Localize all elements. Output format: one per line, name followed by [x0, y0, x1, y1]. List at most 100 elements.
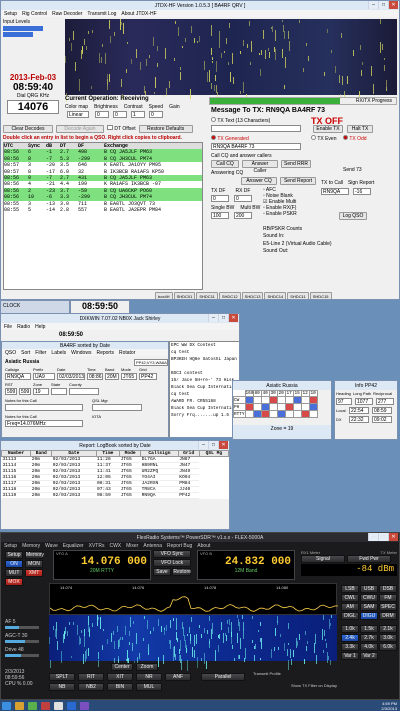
bottom-tab[interactable]: SHDC14 — [264, 292, 287, 299]
xit-button[interactable]: XIT — [107, 673, 133, 681]
band-status-cell[interactable] — [277, 410, 287, 418]
band-status-cell[interactable] — [261, 396, 271, 404]
decode-again-button[interactable]: Decode Again — [56, 125, 104, 133]
filter-button[interactable]: 4.0k — [360, 643, 378, 651]
explorer-icon[interactable] — [15, 701, 24, 710]
band-status-cell[interactable] — [261, 403, 271, 411]
close-icon[interactable]: ✕ — [388, 1, 398, 9]
band-status-cell[interactable] — [244, 396, 255, 404]
option-enable-pskr[interactable]: ▫ Enable PSKR — [263, 211, 313, 217]
answer-cq-button[interactable]: Answer CQ — [241, 177, 277, 185]
halt-tx-button[interactable]: Halt TX — [347, 125, 373, 133]
logger-menu-radio[interactable]: Radio — [17, 324, 30, 330]
app-icon-5[interactable] — [80, 701, 89, 710]
to-call-field[interactable]: RN9QA — [321, 188, 349, 195]
tx-even-radio[interactable] — [311, 135, 316, 140]
log-qso-button[interactable]: Log QSO — [339, 212, 367, 220]
maximize-icon[interactable]: □ — [378, 1, 388, 9]
mode-usb-button[interactable]: USB — [360, 585, 378, 593]
call-cq-button[interactable]: Call CQ — [211, 160, 239, 168]
band-status-cell[interactable] — [253, 403, 263, 411]
logger-minimize-icon[interactable]: – — [208, 314, 218, 322]
band-status-cell[interactable] — [301, 403, 311, 411]
speed-spin[interactable]: 1 — [131, 111, 145, 118]
bottom-tab[interactable]: SHDC11 — [196, 292, 218, 299]
left-xmt-button[interactable]: XMT — [25, 569, 43, 577]
tx-df-field[interactable]: 0 — [211, 195, 229, 202]
band-status-cell[interactable] — [285, 396, 295, 404]
mode-digu-button[interactable]: DIGU — [360, 612, 378, 620]
rst-rcvd-field[interactable]: 599 — [19, 388, 31, 395]
report-field[interactable]: -16 — [353, 188, 371, 195]
qso-menu-item[interactable]: Rotator — [119, 350, 135, 356]
date-field[interactable]: 02/03/2013 — [57, 373, 85, 380]
powersdr-menu-item[interactable]: Mixer — [126, 543, 138, 549]
menu-setup[interactable]: Setup — [4, 11, 17, 17]
filter-button[interactable]: Var 1 — [341, 652, 359, 660]
mode-spec-button[interactable]: SPEC — [379, 603, 397, 611]
grid-field[interactable]: PP42 — [139, 373, 157, 380]
powersdr-menu-item[interactable]: CWX — [109, 543, 121, 549]
band-status-cell[interactable] — [293, 396, 303, 404]
powersdr-menu-item[interactable]: Equalizer — [63, 543, 84, 549]
restore-button[interactable]: Restore — [172, 568, 192, 576]
filter-button[interactable]: Var 2 — [360, 652, 378, 660]
logger-maximize-icon[interactable]: □ — [218, 314, 228, 322]
band-status-cell[interactable] — [277, 396, 287, 404]
powersdr-menu-item[interactable]: XVTRs — [89, 543, 105, 549]
menu-raw-decoder[interactable]: Raw Decoder — [52, 11, 82, 17]
contrast-spin[interactable]: 0 — [113, 111, 127, 118]
filter-button[interactable]: 2.4k — [341, 634, 359, 642]
left-on-button[interactable]: ON — [5, 560, 23, 568]
rit-button[interactable]: RIT — [78, 673, 104, 681]
filter-button[interactable]: 1.5k — [360, 625, 378, 633]
band-status-cell[interactable] — [309, 403, 319, 411]
af-slider[interactable] — [5, 626, 39, 629]
filter-button[interactable]: 3.3k — [341, 643, 359, 651]
vfo-a-panel[interactable]: VFO A 14.076 000 20M RTTY — [53, 550, 151, 580]
multi-bw-field[interactable]: 200 — [234, 212, 252, 219]
mul-button[interactable]: MUL — [136, 683, 162, 691]
band-status-cell[interactable] — [269, 396, 279, 404]
powersdr-menu-item[interactable]: About — [197, 543, 210, 549]
vfo-lock-button[interactable]: VFO Lock — [153, 559, 191, 567]
tx-text-input[interactable] — [211, 125, 301, 132]
zoom-button[interactable]: Zoom — [136, 663, 158, 671]
qsl-mgr-field[interactable] — [92, 404, 142, 411]
center-button[interactable]: Center — [111, 663, 133, 671]
color-map-select[interactable]: Linear — [67, 111, 89, 118]
mode-drm-button[interactable]: DRM — [379, 612, 397, 620]
qso-menu-item[interactable]: Windows — [71, 350, 91, 356]
enable-tx-button[interactable]: Enable TX — [313, 125, 343, 133]
band-status-cell[interactable] — [293, 403, 303, 411]
send-rrr-button[interactable]: Send RRR — [281, 160, 311, 168]
rx-df-field[interactable]: 0 — [234, 195, 252, 202]
band-field[interactable]: 20M — [105, 373, 119, 380]
meter-select-tx[interactable]: Fwd Pwr — [347, 555, 391, 563]
powersdr-menu-item[interactable]: Memory — [22, 543, 40, 549]
bottom-tab[interactable]: SHDC13 — [241, 292, 264, 299]
freq-field[interactable]: Freq=14.076MHz — [5, 420, 83, 427]
band-status-cell[interactable] — [269, 403, 279, 411]
start-icon[interactable] — [2, 701, 11, 710]
chat-window[interactable]: EPC WW DX Contest cq test BP3KEH HQ6e Sato… — [169, 341, 239, 437]
vfo-b-panel[interactable]: VFO B 24.832 000 12M Band — [197, 550, 295, 580]
filter-button[interactable]: 2.7k — [360, 634, 378, 642]
report-close-icon[interactable]: ✕ — [218, 441, 228, 449]
band-status-cell[interactable] — [253, 396, 263, 404]
band-status-cell[interactable] — [253, 410, 263, 418]
mode-fm-button[interactable]: FM — [379, 594, 397, 602]
qso-menu-item[interactable]: Filter — [35, 350, 46, 356]
vfo-b-frequency[interactable]: 24.832 000 — [198, 556, 294, 568]
qso-menu-item[interactable]: Labels — [51, 350, 66, 356]
decode-list[interactable]: UTC Sync dB DT DF Exchange 08:56 6 -1 2.7 49… — [3, 142, 203, 290]
save-button[interactable]: Save — [153, 568, 171, 576]
vfo-sync-button[interactable]: VFO Sync — [153, 550, 191, 558]
mode-cwl-button[interactable]: CWL — [341, 594, 359, 602]
single-bw-field[interactable]: 100 — [211, 212, 229, 219]
meter-select-rx[interactable]: Signal — [301, 555, 345, 563]
mode-sam-button[interactable]: SAM — [360, 603, 378, 611]
mode-cwu-button[interactable]: CWU — [360, 594, 378, 602]
band-status-cell[interactable] — [244, 410, 255, 418]
jtdx-waterfall[interactable] — [65, 19, 397, 104]
